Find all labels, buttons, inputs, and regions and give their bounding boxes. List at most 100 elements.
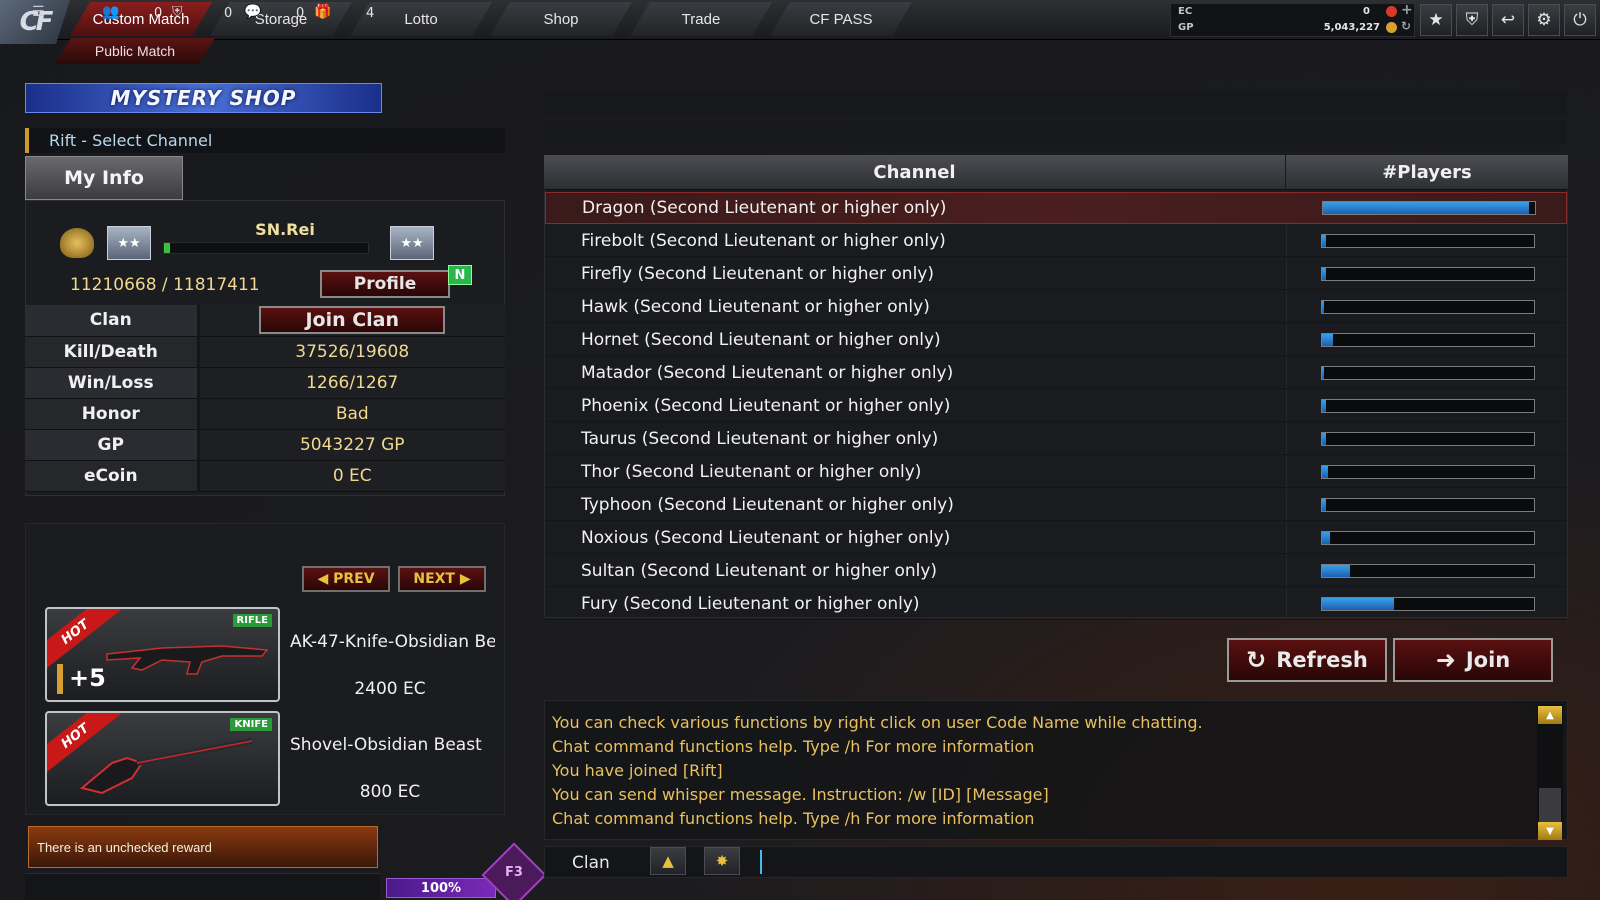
player-population-bar bbox=[1321, 365, 1535, 380]
player-population-bar bbox=[1321, 497, 1535, 512]
channel-name: Noxious (Second Lieutenant or higher onl… bbox=[545, 522, 1287, 553]
channel-row[interactable]: Noxious (Second Lieutenant or higher onl… bbox=[545, 522, 1567, 554]
chat-channel-selector[interactable]: Clan bbox=[572, 853, 610, 873]
channel-row[interactable]: Dragon (Second Lieutenant or higher only… bbox=[545, 192, 1567, 224]
refresh-button[interactable]: ↻ Refresh bbox=[1227, 638, 1387, 682]
stat-label: Kill/Death bbox=[25, 336, 200, 368]
next-button[interactable]: NEXT ▶ bbox=[398, 566, 486, 592]
stat-value: Bad bbox=[198, 398, 505, 430]
refresh-currency-button[interactable]: ↻ bbox=[1401, 19, 1411, 33]
channel-row[interactable]: Sultan (Second Lieutenant or higher only… bbox=[545, 555, 1567, 587]
stat-row-gp: GP 5043227 GP bbox=[25, 429, 505, 461]
tab-shop[interactable]: Shop bbox=[490, 2, 632, 36]
messages-count: 0 bbox=[296, 6, 305, 21]
channel-row[interactable]: Thor (Second Lieutenant or higher only) bbox=[545, 456, 1567, 488]
channel-row[interactable]: Firefly (Second Lieutenant or higher onl… bbox=[545, 258, 1567, 290]
channel-population-cell bbox=[1287, 456, 1567, 487]
rank-icon[interactable]: ★ bbox=[1420, 4, 1452, 36]
shop-item-card[interactable]: HOT KNIFE bbox=[45, 711, 280, 806]
exit-lobby-icon[interactable]: ↩ bbox=[1492, 4, 1524, 36]
player-population-bar bbox=[1321, 431, 1535, 446]
channel-row[interactable]: Hawk (Second Lieutenant or higher only) bbox=[545, 291, 1567, 323]
channel-list-header: Channel #Players bbox=[544, 155, 1568, 190]
subtab-public-match[interactable]: Public Match bbox=[55, 38, 215, 64]
channel-population-cell bbox=[1287, 588, 1567, 619]
player-population-bar bbox=[1321, 233, 1535, 248]
unchecked-reward-notice[interactable]: There is an unchecked reward bbox=[28, 826, 378, 868]
shop-item-card[interactable]: HOT RIFLE +5 bbox=[45, 607, 280, 702]
players-column-header[interactable]: #Players bbox=[1286, 155, 1568, 189]
chat-line: You can check various functions by right… bbox=[552, 713, 1203, 732]
channel-population-cell bbox=[1287, 357, 1567, 388]
menu-list-icon[interactable]: ☰ bbox=[32, 4, 45, 20]
item-category-tag: KNIFE bbox=[230, 718, 272, 731]
item-name: AK-47-Knife-Obsidian Beast bbox=[290, 632, 495, 652]
channel-column-header[interactable]: Channel bbox=[544, 155, 1286, 189]
stat-value: Join Clan bbox=[198, 305, 505, 337]
channel-name: Taurus (Second Lieutenant or higher only… bbox=[545, 423, 1287, 454]
channel-row[interactable]: Taurus (Second Lieutenant or higher only… bbox=[545, 423, 1567, 455]
channel-name: Typhoon (Second Lieutenant or higher onl… bbox=[545, 489, 1287, 520]
channel-row[interactable]: Firebolt (Second Lieutenant or higher on… bbox=[545, 225, 1567, 257]
channel-name: Firebolt (Second Lieutenant or higher on… bbox=[545, 225, 1287, 256]
tab-trade[interactable]: Trade bbox=[630, 2, 772, 36]
chat-input[interactable] bbox=[760, 850, 1540, 874]
channel-row[interactable]: Typhoon (Second Lieutenant or higher onl… bbox=[545, 489, 1567, 521]
item-bonus: +5 bbox=[69, 664, 106, 692]
shovel-icon bbox=[79, 738, 253, 795]
tab-my-info[interactable]: My Info bbox=[25, 156, 183, 200]
player-population-bar bbox=[1321, 332, 1535, 347]
channel-name: Firefly (Second Lieutenant or higher onl… bbox=[545, 258, 1287, 289]
gp-value: 5,043,227 bbox=[1323, 22, 1380, 33]
player-population-fill bbox=[1322, 234, 1327, 247]
stat-value: 0 EC bbox=[198, 460, 505, 492]
gift-icon[interactable]: 🎁 bbox=[314, 4, 331, 20]
profile-button[interactable]: Profile bbox=[320, 270, 450, 298]
scroll-up-button[interactable]: ▲ bbox=[1538, 706, 1562, 724]
chat-settings-icon[interactable]: ✸ bbox=[704, 847, 740, 875]
player-population-bar bbox=[1321, 299, 1535, 314]
friends-icon[interactable]: 👥 bbox=[102, 4, 119, 20]
join-button[interactable]: ➜ Join bbox=[1393, 638, 1553, 682]
power-icon[interactable]: ⏻ bbox=[1564, 4, 1596, 36]
mystery-shop-banner[interactable]: MYSTERY SHOP bbox=[25, 83, 382, 113]
player-population-bar bbox=[1322, 201, 1536, 215]
clan-shield-icon[interactable]: ⛨ bbox=[172, 4, 183, 20]
message-icon[interactable]: 💬 bbox=[244, 4, 261, 20]
scroll-down-button[interactable]: ▼ bbox=[1538, 822, 1562, 840]
channel-population-cell bbox=[1287, 522, 1567, 553]
player-population-fill bbox=[1322, 432, 1327, 445]
join-clan-button[interactable]: Join Clan bbox=[259, 306, 446, 335]
gifts-count: 4 bbox=[366, 6, 375, 21]
player-population-bar bbox=[1321, 266, 1535, 281]
tab-cf-pass[interactable]: CF PASS bbox=[770, 2, 912, 36]
rifle-icon bbox=[106, 645, 269, 675]
prev-button[interactable]: ◀ PREV bbox=[302, 566, 390, 592]
channel-name: Hawk (Second Lieutenant or higher only) bbox=[545, 291, 1287, 322]
refresh-label: Refresh bbox=[1276, 648, 1368, 672]
item-price: 800 EC bbox=[359, 782, 421, 802]
channel-row[interactable]: Hornet (Second Lieutenant or higher only… bbox=[545, 324, 1567, 356]
scroll-thumb[interactable] bbox=[1539, 788, 1561, 822]
channel-population-cell bbox=[1287, 291, 1567, 322]
shield-icon[interactable]: ⛨ bbox=[1456, 4, 1488, 36]
exp-progress-fill bbox=[164, 243, 171, 253]
stat-row-honor: Honor Bad bbox=[25, 398, 505, 430]
channel-row[interactable]: Matador (Second Lieutenant or higher onl… bbox=[545, 357, 1567, 389]
item-price: 2400 EC bbox=[354, 679, 426, 699]
join-arrow-icon: ➜ bbox=[1435, 646, 1456, 674]
channel-population-cell bbox=[1287, 324, 1567, 355]
chat-expand-up-icon[interactable]: ▲ bbox=[650, 847, 686, 875]
tab-custom-match[interactable]: Custom Match bbox=[70, 2, 212, 36]
add-ec-button[interactable]: + bbox=[1401, 2, 1413, 18]
player-population-bar bbox=[1321, 398, 1535, 413]
stat-label: GP bbox=[25, 429, 200, 461]
player-population-bar bbox=[1321, 530, 1535, 545]
channel-row[interactable]: Phoenix (Second Lieutenant or higher onl… bbox=[545, 390, 1567, 422]
next-rank-badge: ★★ bbox=[390, 226, 434, 260]
gp-label: GP bbox=[1178, 22, 1194, 33]
gear-icon[interactable]: ⚙ bbox=[1528, 4, 1560, 36]
player-population-fill bbox=[1322, 366, 1325, 379]
channel-row[interactable]: Fury (Second Lieutenant or higher only) bbox=[545, 588, 1567, 620]
refresh-icon: ↻ bbox=[1246, 646, 1267, 674]
